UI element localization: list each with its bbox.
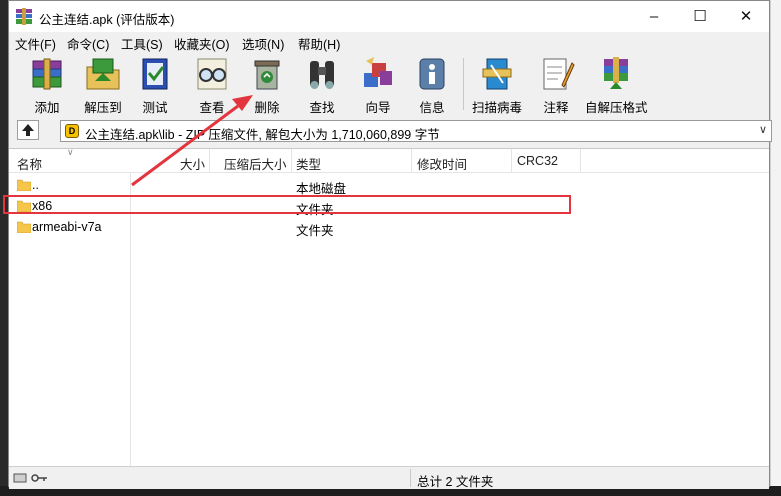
test-button[interactable]: 测试	[134, 55, 176, 115]
window-title: 公主连结.apk (评估版本)	[39, 13, 175, 27]
up-arrow-icon	[22, 124, 34, 136]
scan-virus-label: 扫描病毒	[471, 101, 522, 115]
info-label: 信息	[419, 101, 445, 115]
column-crc32[interactable]: CRC32	[517, 154, 558, 168]
column-header: 名称 ∨ 大小 压缩后大小 类型 修改时间 CRC32	[9, 147, 769, 173]
wizard-button[interactable]: 向导	[357, 55, 399, 115]
extract-label: 解压到	[84, 101, 122, 115]
sfx-button[interactable]: 自解压格式	[585, 55, 648, 115]
sort-indicator-icon: ∨	[67, 147, 74, 157]
title-bar: 公主连结.apk (评估版本) – ☐ ✕	[9, 1, 769, 32]
status-bar: 总计 2 文件夹	[9, 466, 769, 489]
column-separator	[580, 149, 581, 172]
menu-file[interactable]: 文件(F)	[15, 34, 56, 53]
background-window-right	[770, 0, 781, 496]
column-size[interactable]: 大小	[180, 154, 205, 173]
menu-tools[interactable]: 工具(S)	[121, 34, 163, 53]
winrar-app-icon	[16, 8, 32, 25]
folder-icon	[17, 179, 31, 191]
view-glasses-icon	[197, 58, 227, 90]
view-label: 查看	[199, 101, 225, 115]
toolbar: 添加 解压到 测试 查看 删除 查找 向导 信息 扫描病毒 注释 自解压格式	[9, 52, 769, 116]
scan-virus-icon	[482, 58, 512, 90]
find-button[interactable]: 查找	[301, 55, 343, 115]
column-packed-size[interactable]: 压缩后大小	[224, 154, 287, 173]
winrar-window: 公主连结.apk (评估版本) – ☐ ✕ 文件(F) 命令(C) 工具(S) …	[8, 0, 772, 489]
status-summary: 总计 2 文件夹	[417, 475, 494, 489]
menu-help[interactable]: 帮助(H)	[298, 34, 340, 53]
info-icon	[419, 58, 445, 90]
wizard-hat-icon	[364, 57, 392, 87]
column-name[interactable]: 名称	[17, 154, 42, 173]
delete-bin-icon	[254, 60, 280, 90]
comment-pencil-icon	[543, 58, 575, 90]
status-drive-key-icon	[13, 473, 47, 483]
column-modified[interactable]: 修改时间	[417, 154, 467, 173]
comment-button[interactable]: 注释	[535, 55, 577, 115]
address-path: 公主连结.apk\lib - ZIP 压缩文件, 解包大小为 1,710,060…	[85, 128, 440, 142]
add-label: 添加	[34, 101, 60, 115]
test-check-icon	[142, 58, 168, 90]
address-dropdown-icon[interactable]: ∨	[759, 123, 767, 136]
view-button[interactable]: 查看	[191, 55, 233, 115]
column-type[interactable]: 类型	[296, 154, 321, 173]
wizard-label: 向导	[365, 101, 391, 115]
up-folder-button[interactable]	[17, 120, 39, 140]
scan-virus-button[interactable]: 扫描病毒	[469, 55, 525, 115]
file-type: 文件夹	[296, 224, 334, 238]
menu-favorites[interactable]: 收藏夹(O)	[174, 34, 230, 53]
add-button[interactable]: 添加	[23, 55, 71, 115]
add-archive-icon	[32, 58, 62, 90]
info-button[interactable]: 信息	[411, 55, 453, 115]
menu-command[interactable]: 命令(C)	[67, 34, 109, 53]
maximize-icon[interactable]: ☐	[677, 1, 723, 32]
status-separator	[410, 469, 411, 487]
background-window-left	[0, 0, 8, 496]
file-name: armeabi-v7a	[32, 220, 102, 234]
column-separator	[291, 149, 292, 172]
column-separator	[511, 149, 512, 172]
toolbar-separator	[463, 58, 464, 110]
archive-path-icon: D	[65, 124, 79, 138]
sfx-archive-icon	[604, 57, 628, 89]
annotation-highlight-box	[3, 195, 571, 214]
address-bar[interactable]: D 公主连结.apk\lib - ZIP 压缩文件, 解包大小为 1,710,0…	[60, 120, 772, 142]
file-row-parent[interactable]: .. 本地磁盘	[9, 175, 769, 196]
folder-icon	[17, 221, 31, 233]
comment-label: 注释	[543, 101, 569, 115]
extract-folder-icon	[86, 58, 120, 90]
address-row: D 公主连结.apk\lib - ZIP 压缩文件, 解包大小为 1,710,0…	[9, 117, 772, 145]
close-icon[interactable]: ✕	[723, 1, 769, 32]
find-binoculars-icon	[310, 61, 334, 89]
find-label: 查找	[309, 101, 335, 115]
minimize-icon[interactable]: –	[631, 1, 677, 32]
file-row-armeabi[interactable]: armeabi-v7a 文件夹	[9, 217, 769, 238]
test-label: 测试	[142, 101, 168, 115]
menu-bar: 文件(F) 命令(C) 工具(S) 收藏夹(O) 选项(N) 帮助(H)	[9, 32, 769, 52]
delete-button[interactable]: 删除	[246, 55, 288, 115]
extract-button[interactable]: 解压到	[77, 55, 129, 115]
delete-label: 删除	[254, 101, 280, 115]
menu-options[interactable]: 选项(N)	[242, 34, 284, 53]
sfx-label: 自解压格式	[585, 101, 648, 115]
column-separator	[209, 149, 210, 172]
column-separator	[411, 149, 412, 172]
file-name: ..	[32, 178, 39, 192]
